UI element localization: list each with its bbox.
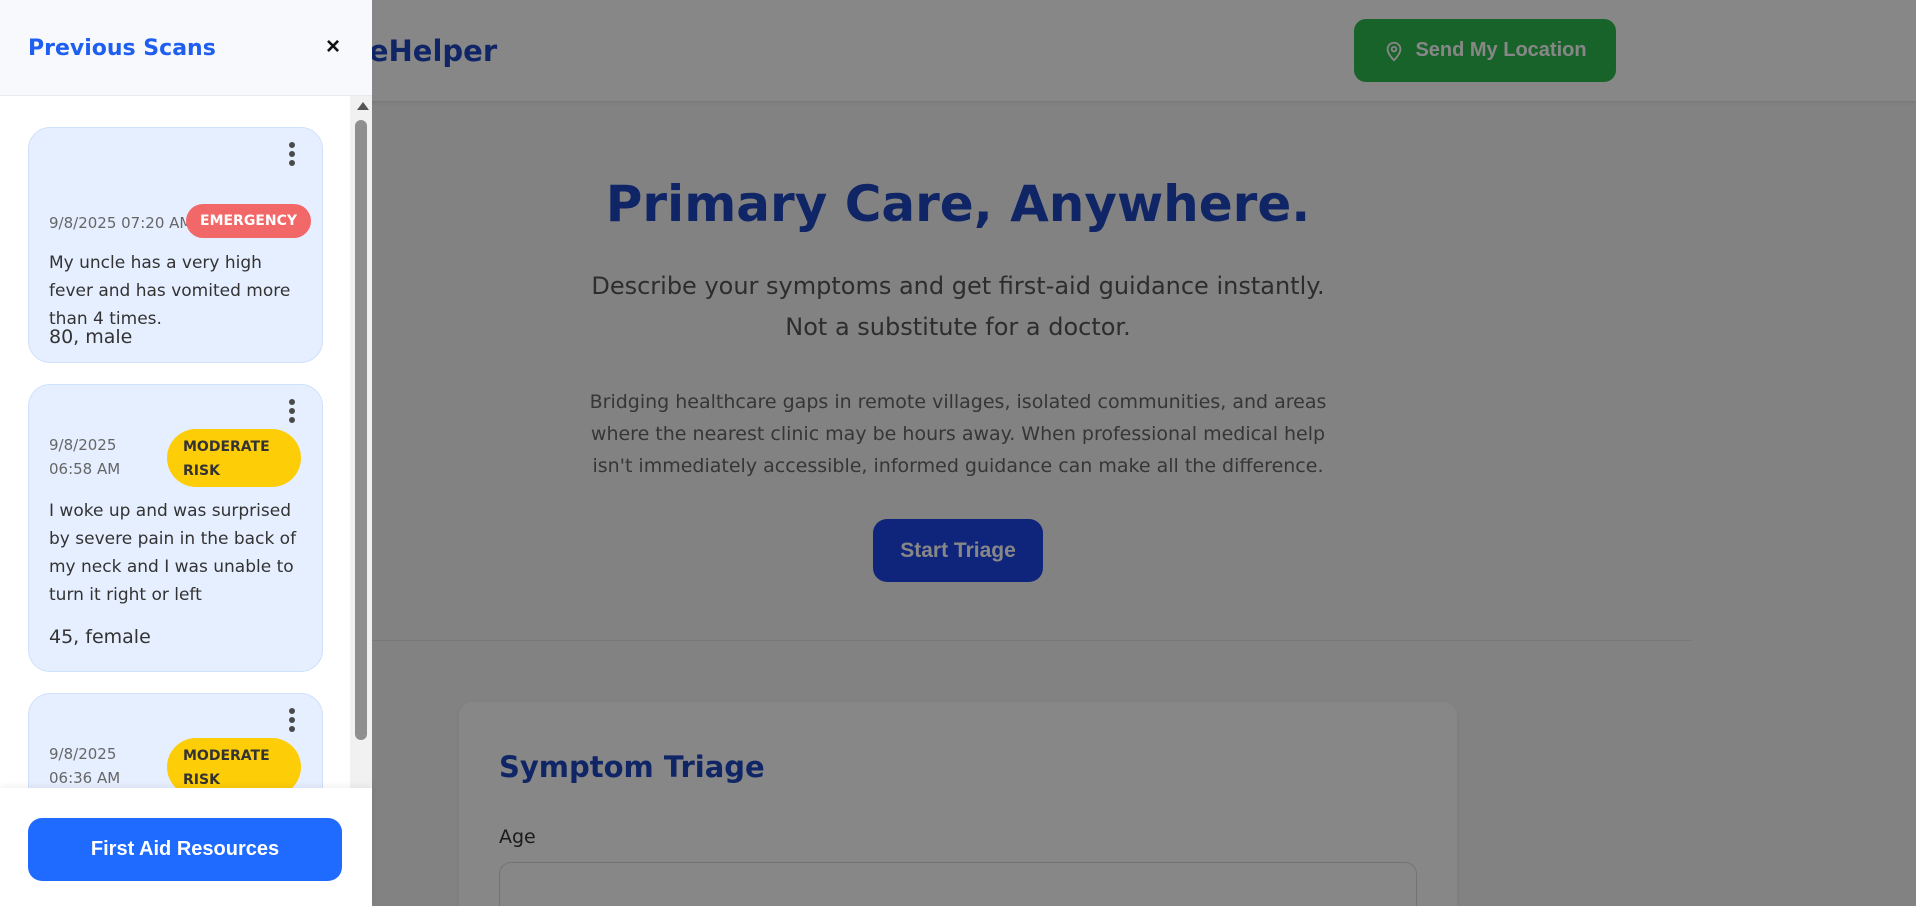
scan-patient-info: 45, female bbox=[49, 626, 151, 648]
scan-date: 9/8/2025 06:36 AM bbox=[49, 745, 121, 787]
scan-date: 9/8/2025 07:20 AM bbox=[49, 214, 193, 232]
drawer-title: Previous Scans bbox=[28, 36, 216, 61]
risk-badge-emergency: EMERGENCY bbox=[186, 204, 312, 238]
risk-badge-moderate: MODERATE RISK bbox=[167, 738, 301, 788]
drawer-header: Previous Scans × bbox=[0, 0, 372, 96]
more-options-icon[interactable] bbox=[288, 399, 296, 423]
scan-list-scrollbar[interactable] bbox=[350, 96, 372, 788]
more-options-icon[interactable] bbox=[288, 708, 296, 732]
close-drawer-button[interactable]: × bbox=[318, 32, 348, 62]
more-options-icon[interactable] bbox=[288, 142, 296, 166]
scan-list: 9/8/2025 07:20 AM EMERGENCY My uncle has… bbox=[0, 96, 350, 788]
scan-card[interactable]: 9/8/2025 07:20 AM EMERGENCY My uncle has… bbox=[28, 127, 323, 363]
scroll-up-arrow-icon[interactable] bbox=[357, 102, 369, 110]
scan-card[interactable]: 9/8/2025 06:58 AM MODERATE RISK I woke u… bbox=[28, 384, 323, 672]
scan-symptoms: My uncle has a very high fever and has v… bbox=[49, 253, 291, 329]
scroll-thumb[interactable] bbox=[355, 120, 367, 740]
risk-badge-moderate: MODERATE RISK bbox=[167, 429, 301, 487]
first-aid-resources-button[interactable]: First Aid Resources bbox=[28, 818, 342, 881]
scan-date: 9/8/2025 06:58 AM bbox=[49, 436, 121, 478]
scan-card[interactable]: 9/8/2025 06:36 AM MODERATE RISK bbox=[28, 693, 323, 788]
scan-symptoms: I woke up and was surprised by severe pa… bbox=[49, 501, 297, 605]
previous-scans-drawer: Previous Scans × 9/8/2025 07:20 AM EMERG… bbox=[0, 0, 372, 906]
drawer-footer: First Aid Resources bbox=[0, 788, 372, 906]
scan-patient-info: 80, male bbox=[49, 326, 133, 348]
